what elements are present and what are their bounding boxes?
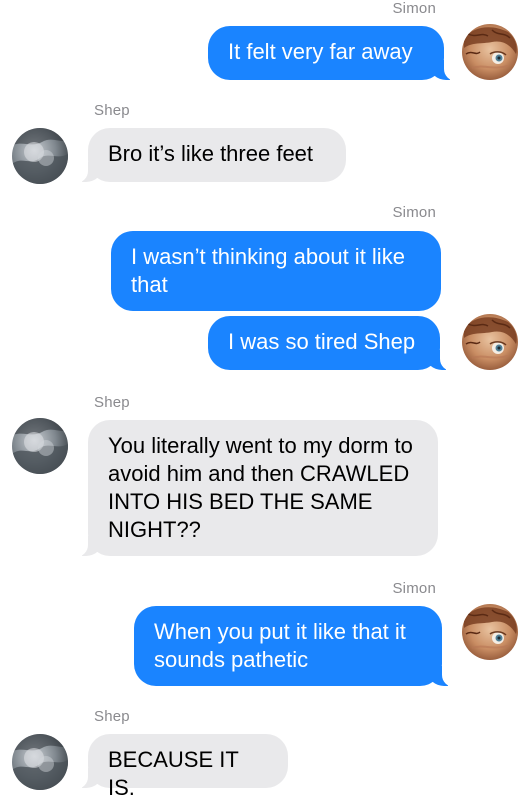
simon-avatar-icon[interactable]: [462, 314, 518, 370]
message-text: When you put it like that it sounds path…: [154, 619, 406, 672]
message-text: It felt very far away: [228, 39, 413, 64]
message-text: You literally went to my dorm to avoid h…: [108, 433, 413, 542]
sender-name-shep: Shep: [94, 394, 130, 411]
message-bubble-incoming[interactable]: You literally went to my dorm to avoid h…: [74, 420, 438, 557]
message-text: I wasn’t thinking about it like that: [131, 244, 405, 297]
message-bubble-outgoing[interactable]: When you put it like that it sounds path…: [134, 606, 456, 687]
sender-name-simon: Simon: [392, 0, 436, 17]
message-text: I was so tired Shep: [228, 329, 416, 354]
sender-name-simon: Simon: [392, 580, 436, 597]
sender-name-simon: Simon: [392, 204, 436, 221]
simon-avatar-icon[interactable]: [462, 24, 518, 80]
simon-avatar-icon[interactable]: [462, 604, 518, 660]
message-bubble-incoming[interactable]: BECAUSE IT IS.: [74, 734, 288, 800]
message-text: Bro it’s like three feet: [108, 141, 314, 166]
message-bubble-incoming[interactable]: Bro it’s like three feet: [74, 128, 346, 183]
message-bubble-outgoing[interactable]: I was so tired Shep: [208, 316, 454, 371]
message-bubble-outgoing[interactable]: It felt very far away: [208, 26, 458, 81]
message-text: BECAUSE IT IS.: [108, 747, 239, 800]
shep-avatar-icon[interactable]: [12, 128, 68, 184]
sender-name-shep: Shep: [94, 102, 130, 119]
sender-name-shep: Shep: [94, 708, 130, 725]
shep-avatar-icon[interactable]: [12, 418, 68, 474]
shep-avatar-icon[interactable]: [12, 734, 68, 790]
message-thread: Simon It felt very far away Shep Bro it’: [0, 0, 532, 810]
message-bubble-outgoing[interactable]: I wasn’t thinking about it like that: [111, 231, 441, 311]
